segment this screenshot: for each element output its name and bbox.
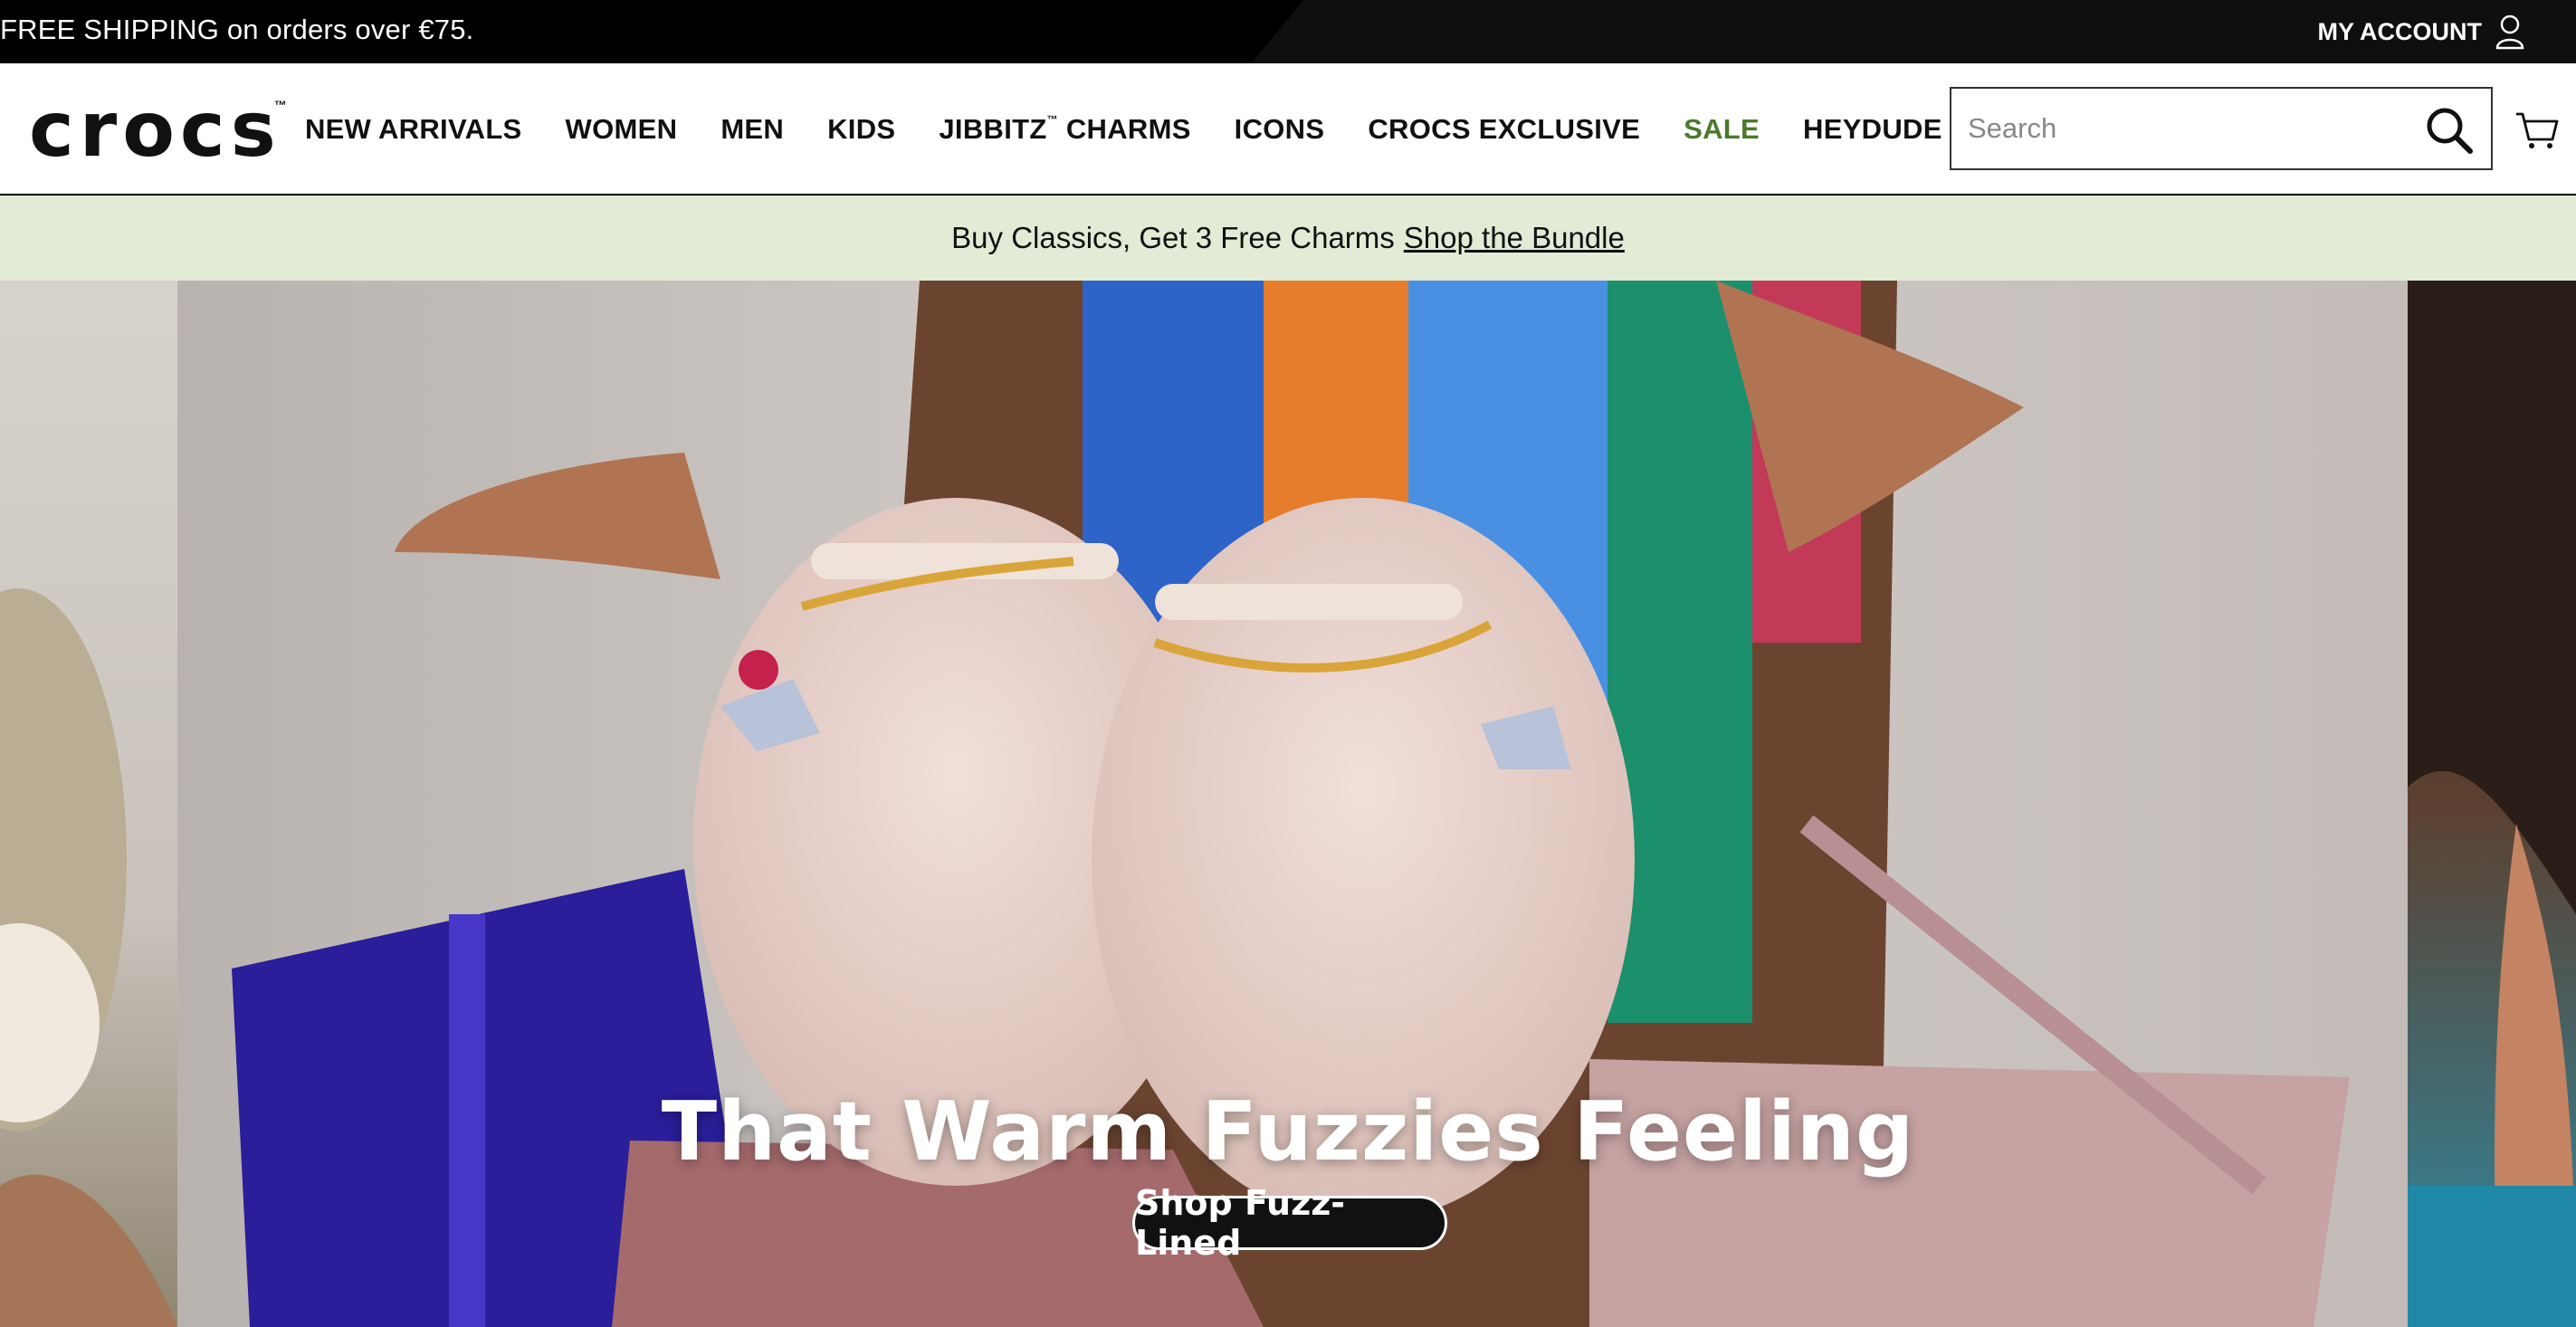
crocs-logo[interactable]: crocs ™: [29, 85, 287, 174]
nav-sale[interactable]: SALE: [1684, 113, 1760, 146]
nav-jibbitz-charms[interactable]: JIBBITZ™ CHARMS: [939, 113, 1190, 146]
nav-jibbitz-tm: ™: [1046, 113, 1058, 126]
hero-carousel: That Warm Fuzzies Feeling Shop Fuzz-Line…: [0, 281, 2576, 1327]
user-icon: [2495, 14, 2524, 50]
main-navigation: NEW ARRIVALS WOMEN MEN KIDS JIBBITZ™ CHA…: [305, 63, 1942, 196]
site-header: crocs ™ NEW ARRIVALS WOMEN MEN KIDS JIBB…: [0, 63, 2576, 196]
nav-heydude[interactable]: HEYDUDE: [1803, 113, 1942, 146]
free-shipping-text: FREE SHIPPING on orders over €75.: [0, 14, 474, 45]
nav-new-arrivals[interactable]: NEW ARRIVALS: [305, 113, 522, 146]
nav-crocs-exclusive[interactable]: CROCS EXCLUSIVE: [1368, 113, 1640, 146]
top-promo-strip: FREE SHIPPING on orders over €75. MY ACC…: [0, 0, 2576, 63]
nav-women[interactable]: WOMEN: [566, 113, 678, 146]
search-input[interactable]: [1968, 89, 2402, 168]
nav-jibbitz-label: JIBBITZ: [939, 113, 1047, 145]
shop-the-bundle-link[interactable]: Shop the Bundle: [1404, 221, 1625, 255]
search-icon[interactable]: [2424, 105, 2475, 156]
my-account-link[interactable]: MY ACCOUNT: [2318, 0, 2526, 63]
logo-trademark: ™: [273, 98, 287, 112]
promo-text: Buy Classics, Get 3 Free Charms: [951, 221, 1395, 254]
nav-kids[interactable]: KIDS: [827, 113, 895, 146]
cart-icon[interactable]: [2514, 107, 2560, 152]
promo-banner: Buy Classics, Get 3 Free Charms Shop the…: [0, 196, 2576, 281]
logo-wordmark: crocs: [29, 85, 281, 174]
nav-men[interactable]: MEN: [720, 113, 784, 146]
hero-title: That Warm Fuzzies Feeling: [661, 1084, 1915, 1179]
search-box: [1950, 87, 2493, 170]
nav-jibbitz-rest: CHARMS: [1057, 113, 1191, 145]
shop-fuzz-lined-button[interactable]: Shop Fuzz-Lined: [1132, 1183, 1447, 1263]
my-account-label: MY ACCOUNT: [2317, 17, 2483, 45]
nav-icons[interactable]: ICONS: [1235, 113, 1325, 146]
